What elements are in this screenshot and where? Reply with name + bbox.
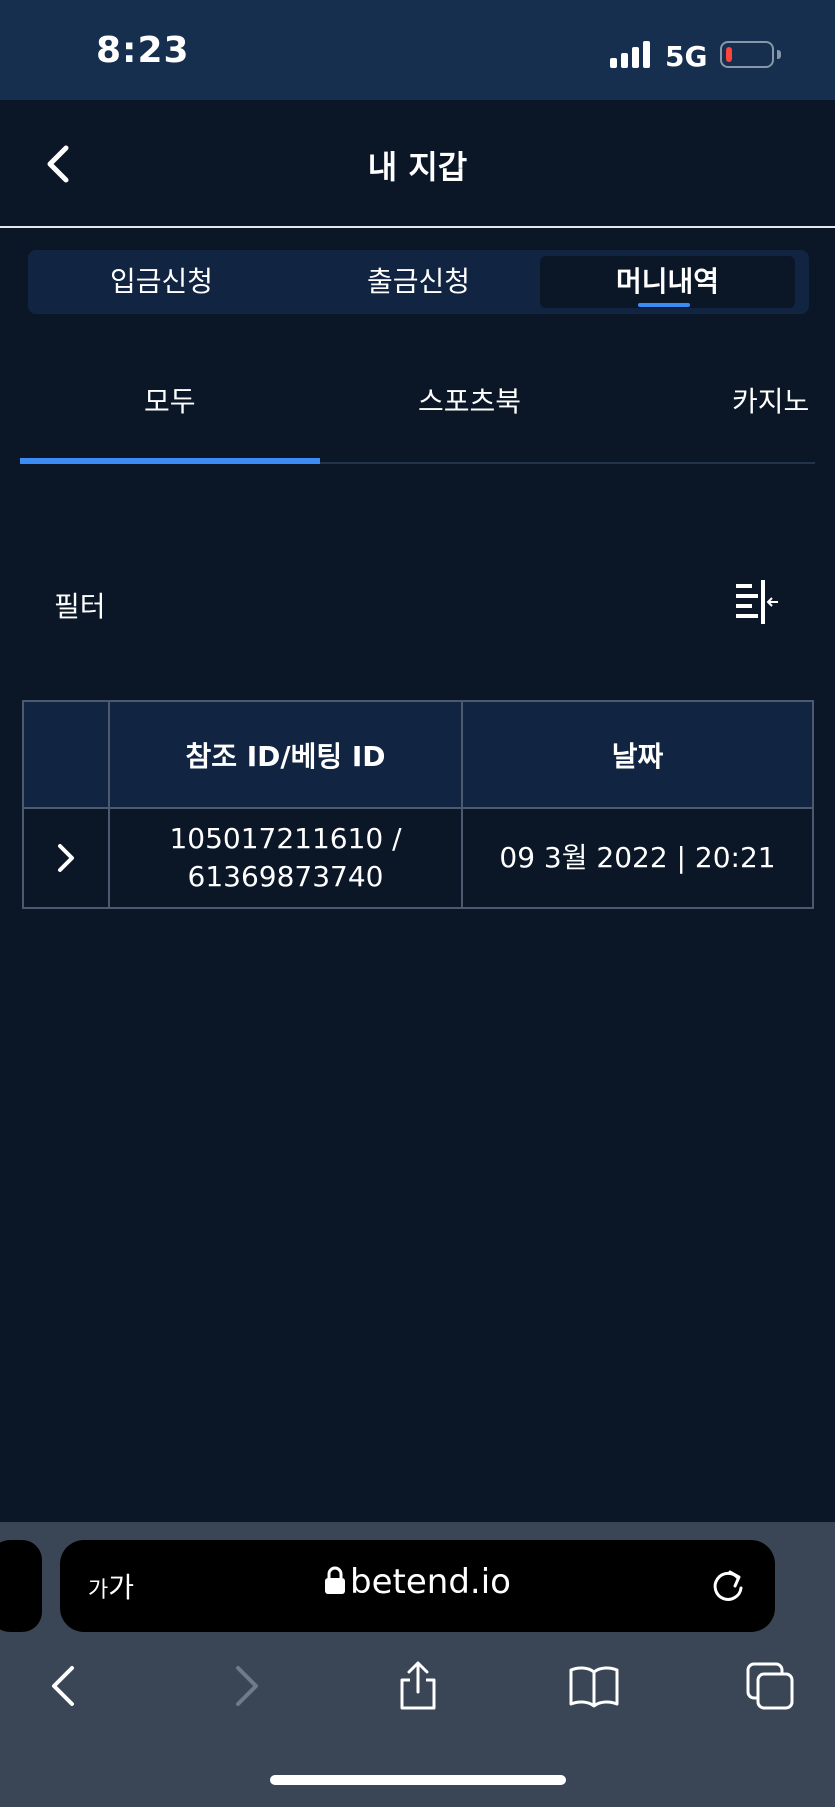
expand-cell (22, 807, 110, 909)
app-header: 내 지갑 (0, 100, 835, 228)
active-sub-tab-indicator (20, 458, 320, 464)
status-time: 8:23 (96, 30, 190, 71)
ref-id: 105017211610 / (169, 822, 402, 855)
bet-id: 61369873740 (187, 860, 384, 893)
bookmarks-icon (569, 1666, 619, 1708)
battery-tip (777, 50, 781, 59)
tab-deposit[interactable]: 입금신청 (34, 256, 289, 308)
lock-icon (325, 1566, 346, 1594)
column-header-expand (22, 700, 110, 809)
table-row[interactable]: 105017211610 / 61369873740 09 3월 2022 | … (22, 807, 814, 909)
table-header-row: 참조 ID/베팅 ID 날짜 (22, 700, 814, 809)
tab-money-history[interactable]: 머니내역 (540, 256, 795, 308)
network-type: 5G (665, 40, 708, 73)
column-header-date: 날짜 (461, 700, 814, 809)
cellular-signal-icon (610, 40, 654, 68)
address-bar[interactable]: 가가 betend.io (60, 1540, 775, 1632)
tabs-icon (746, 1662, 794, 1710)
ref-id-cell: 105017211610 / 61369873740 (108, 807, 463, 909)
filter-button[interactable] (730, 578, 782, 628)
tab-withdraw[interactable]: 출금신청 (291, 256, 546, 308)
bookmarks-button[interactable] (568, 1660, 620, 1712)
sub-tab-all[interactable]: 모두 (144, 380, 196, 420)
url-text: betend.io (350, 1562, 511, 1602)
history-table: 참조 ID/베팅 ID 날짜 105017211610 / 6136987374… (22, 700, 814, 909)
home-indicator[interactable] (270, 1775, 566, 1785)
url-display[interactable]: betend.io (60, 1562, 775, 1602)
filter-label: 필터 (54, 590, 106, 623)
date-cell: 09 3월 2022 | 20:21 (461, 807, 814, 909)
sub-tab-casino[interactable]: 카지노 (732, 380, 809, 420)
main-tabs: 입금신청 출금신청 머니내역 (28, 250, 809, 314)
reload-icon (713, 1570, 743, 1601)
chevron-right-icon (58, 844, 74, 872)
status-bar: 8:23 5G (0, 0, 835, 100)
battery-icon (720, 41, 774, 68)
sub-tabs: 모두 스포츠북 카지노 (20, 360, 815, 464)
battery-level (726, 47, 732, 62)
share-icon (400, 1661, 436, 1710)
browser-back-button[interactable] (40, 1660, 92, 1712)
page-title: 내 지갑 (367, 148, 468, 186)
sub-tab-sportsbook[interactable]: 스포츠북 (418, 380, 521, 420)
previous-tab-preview[interactable] (0, 1540, 42, 1632)
expand-row-button[interactable] (46, 838, 86, 878)
column-header-ref-id: 참조 ID/베팅 ID (108, 700, 463, 809)
reload-button[interactable] (708, 1564, 748, 1606)
back-icon (52, 1666, 74, 1706)
share-button[interactable] (392, 1660, 444, 1712)
tabs-button[interactable] (744, 1660, 796, 1712)
browser-forward-button[interactable] (218, 1660, 270, 1712)
forward-icon (236, 1666, 258, 1706)
filter-align-icon (736, 580, 778, 624)
